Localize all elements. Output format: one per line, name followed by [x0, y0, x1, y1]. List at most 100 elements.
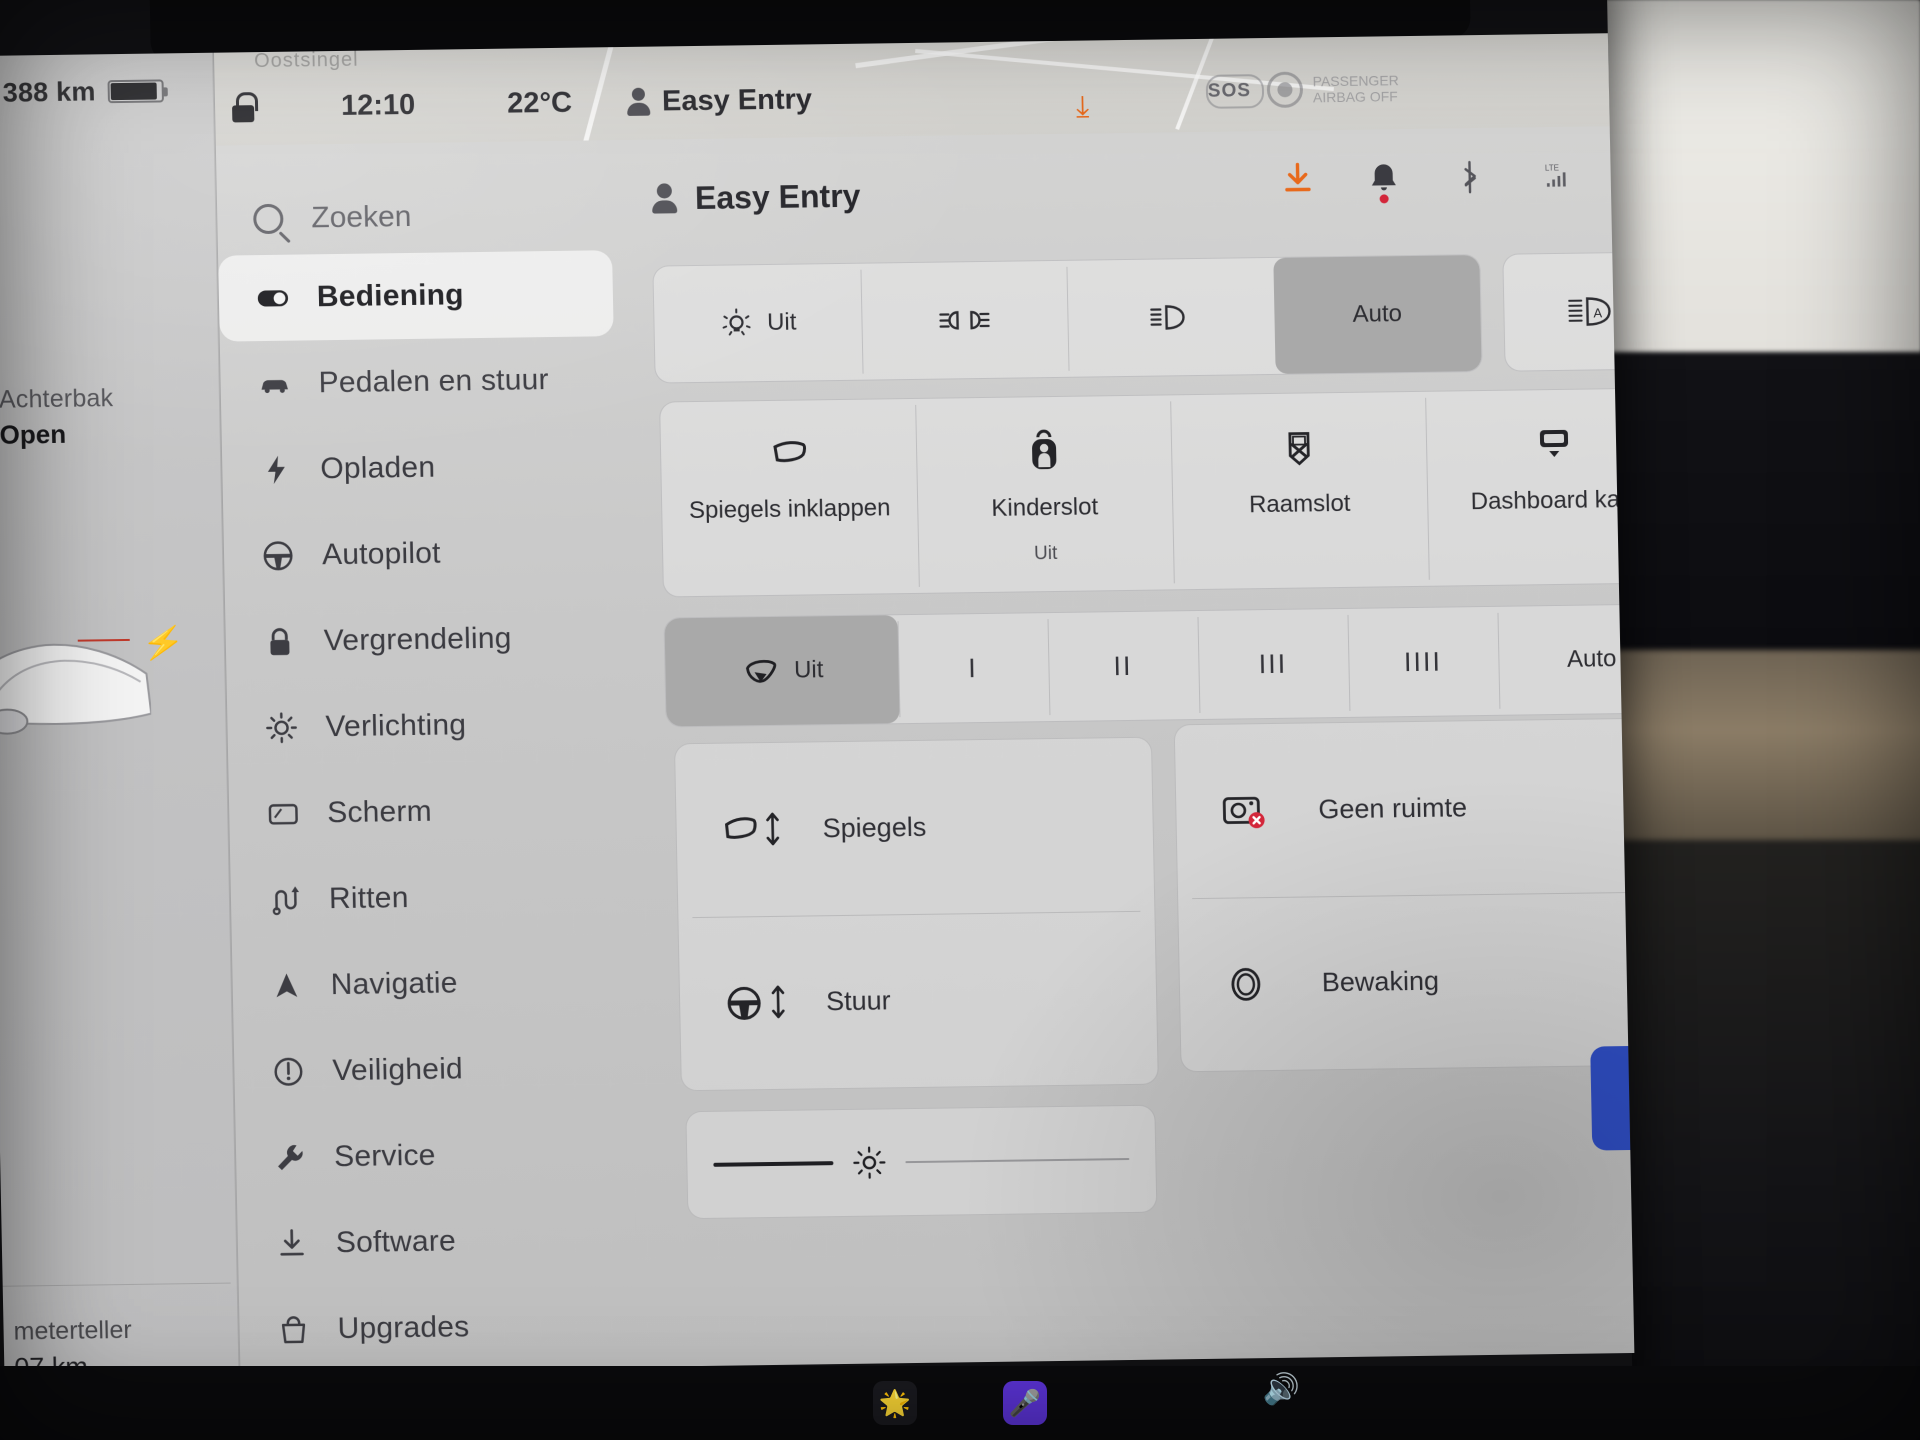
- wiper-option-auto[interactable]: Auto: [1497, 604, 1635, 715]
- tile-dashboard-kast[interactable]: Dashboard kast: [1425, 388, 1634, 586]
- sidebar-item-label: Opladen: [320, 450, 436, 486]
- range-indicator: 388 km: [2, 75, 164, 108]
- driver-profile-name[interactable]: Easy Entry: [662, 83, 813, 118]
- sidebar-item-bediening[interactable]: Bediening: [218, 250, 614, 342]
- sentry-mode-button[interactable]: Bewaking: [1178, 891, 1634, 1071]
- sidebar-item-label: Pedalen en stuur: [318, 363, 549, 400]
- steering-wheel-icon: [260, 538, 297, 574]
- search-label: Zoeken: [310, 199, 412, 235]
- low-beam-icon: [1150, 305, 1185, 330]
- steering-wheel-adjust-icon: [727, 985, 785, 1020]
- adjust-mirrors-button[interactable]: Spiegels: [675, 738, 1154, 918]
- sidebar-item-upgrades[interactable]: Upgrades: [239, 1282, 635, 1373]
- lightning-bolt-icon: ⚡: [140, 622, 186, 665]
- page-title: Easy Entry: [694, 177, 861, 216]
- sidebar-item-vergrendeling[interactable]: Vergrendeling: [225, 594, 621, 685]
- tile-label: Spiegels inklappen: [688, 494, 891, 525]
- dashcam-button[interactable]: Geen ruimte: [1175, 718, 1635, 898]
- sidebar-item-label: Veiligheid: [332, 1052, 464, 1088]
- battery-icon: [107, 79, 164, 104]
- media-app-icon[interactable]: 🌟: [873, 1381, 917, 1425]
- auto-high-beam-icon: A: [1568, 297, 1611, 326]
- adjust-steering-button[interactable]: Stuur: [678, 911, 1157, 1091]
- wrench-icon: [272, 1139, 309, 1175]
- search-input[interactable]: Zoeken: [217, 178, 638, 256]
- brightness-auto-button[interactable]: Auto: [1590, 1044, 1635, 1151]
- sidebar-item-label: Scherm: [326, 794, 433, 830]
- tile-sublabel: Uit: [1033, 542, 1058, 565]
- tesla-touchscreen: 388 km Achterbak Open ⚡ meterteller 07 k…: [0, 33, 1635, 1376]
- child-lock-icon: [1031, 429, 1056, 470]
- vehicle-status-column: 388 km Achterbak Open ⚡ meterteller 07 k…: [0, 52, 240, 1376]
- photo-scene: 388 km Achterbak Open ⚡ meterteller 07 k…: [0, 0, 1920, 1440]
- bluetooth-icon[interactable]: [1452, 158, 1487, 196]
- car-icon: [256, 366, 293, 402]
- tile-kinderslot[interactable]: Kinderslot Uit: [915, 395, 1174, 593]
- brightness-remaining-track: [905, 1158, 1130, 1164]
- light-off-icon: [722, 308, 751, 336]
- glovebox-icon: [1539, 429, 1568, 458]
- vehicle-controls-tiles[interactable]: Spiegels inklappen Kinderslot Uit Raamsl…: [659, 387, 1635, 598]
- exclamation-circle-icon: [270, 1053, 307, 1089]
- outside-temperature[interactable]: 22°C: [507, 86, 572, 120]
- sidebar-item-verlichting[interactable]: Verlichting: [227, 680, 623, 771]
- sidebar-item-software[interactable]: Software: [237, 1196, 633, 1287]
- shopping-bag-icon: [275, 1311, 312, 1347]
- app-launcher-bar: 🌟 🎤 🔊: [0, 1366, 1920, 1440]
- navigation-arrow-icon: [268, 968, 305, 1004]
- wiper-option-label: IIII: [1403, 646, 1443, 677]
- lights-option-off[interactable]: Uit: [653, 264, 862, 383]
- adjust-label: Spiegels: [822, 811, 927, 844]
- tile-raamslot[interactable]: Raamslot: [1170, 392, 1429, 590]
- wiper-option-label: II: [1113, 650, 1133, 681]
- wiper-option-2[interactable]: II: [1047, 611, 1199, 721]
- wiper-option-1[interactable]: I: [897, 613, 1049, 723]
- trunk-status[interactable]: Achterbak Open: [0, 384, 114, 451]
- lights-option-auto[interactable]: Auto: [1272, 255, 1482, 374]
- wiper-option-label: Auto: [1566, 645, 1617, 673]
- lights-option-label: Uit: [766, 308, 797, 337]
- sidebar-item-scherm[interactable]: Scherm: [228, 766, 624, 857]
- settings-content: Easy Entry LTE Uit Auto A Spiegels inkla…: [644, 127, 1635, 1367]
- wiper-option-4[interactable]: IIII: [1347, 607, 1499, 717]
- sos-button[interactable]: SOS: [1208, 80, 1252, 103]
- wiper-option-off[interactable]: Uit: [664, 615, 900, 727]
- camera-label: Bewaking: [1321, 965, 1440, 998]
- wiper-speed-selector[interactable]: Uit I II III IIII Auto: [663, 603, 1635, 728]
- wiper-option-3[interactable]: III: [1197, 609, 1349, 719]
- sentry-mode-icon: [1231, 967, 1261, 1001]
- lte-signal-icon[interactable]: LTE: [1538, 157, 1573, 195]
- sidebar-item-label: Upgrades: [337, 1310, 470, 1346]
- voice-note-app-icon[interactable]: 🎤: [1003, 1381, 1047, 1425]
- sidebar-item-label: Navigatie: [330, 966, 458, 1002]
- brightness-filled-track: [713, 1161, 834, 1167]
- content-header: Easy Entry LTE: [644, 127, 1584, 258]
- trunk-label: Achterbak: [0, 384, 114, 414]
- sidebar-item-service[interactable]: Service: [235, 1110, 631, 1201]
- software-download-icon[interactable]: [1280, 160, 1315, 198]
- badge-text: PASSENGER AIRBAG OFF: [1312, 72, 1399, 106]
- sidebar-item-navigatie[interactable]: Navigatie: [232, 938, 628, 1029]
- sidebar-item-opladen[interactable]: Opladen: [222, 422, 618, 513]
- wiper-option-label: I: [967, 652, 979, 683]
- person-icon: [626, 88, 651, 116]
- sidebar-item-label: Verlichting: [325, 708, 467, 744]
- brightness-slider[interactable]: [685, 1104, 1158, 1220]
- unlocked-padlock-icon[interactable]: [231, 92, 258, 122]
- notification-bell-icon[interactable]: [1366, 159, 1401, 204]
- sidebar-item-pedalen-en-stuur[interactable]: Pedalen en stuur: [220, 336, 616, 427]
- lights-option-lowbeam[interactable]: [1066, 258, 1275, 377]
- speaker-volume-icon[interactable]: 🔊: [1263, 1372, 1300, 1407]
- lightning-bolt-icon: [258, 452, 295, 488]
- odometer-label: meterteller: [13, 1315, 132, 1346]
- sidebar-item-veiligheid[interactable]: Veiligheid: [234, 1024, 630, 1115]
- lights-option-parking[interactable]: [860, 261, 1069, 380]
- tile-spiegels-inklappen[interactable]: Spiegels inklappen: [660, 399, 919, 597]
- software-download-icon[interactable]: ⤓: [1076, 90, 1090, 124]
- sidebar-item-ritten[interactable]: Ritten: [230, 852, 626, 943]
- padlock-icon: [261, 624, 298, 660]
- sidebar-item-autopilot[interactable]: Autopilot: [223, 508, 619, 599]
- vehicle-illustration[interactable]: [0, 574, 153, 767]
- exterior-lights-selector[interactable]: Uit Auto: [652, 254, 1483, 384]
- wiper-option-label: Uit: [793, 656, 824, 684]
